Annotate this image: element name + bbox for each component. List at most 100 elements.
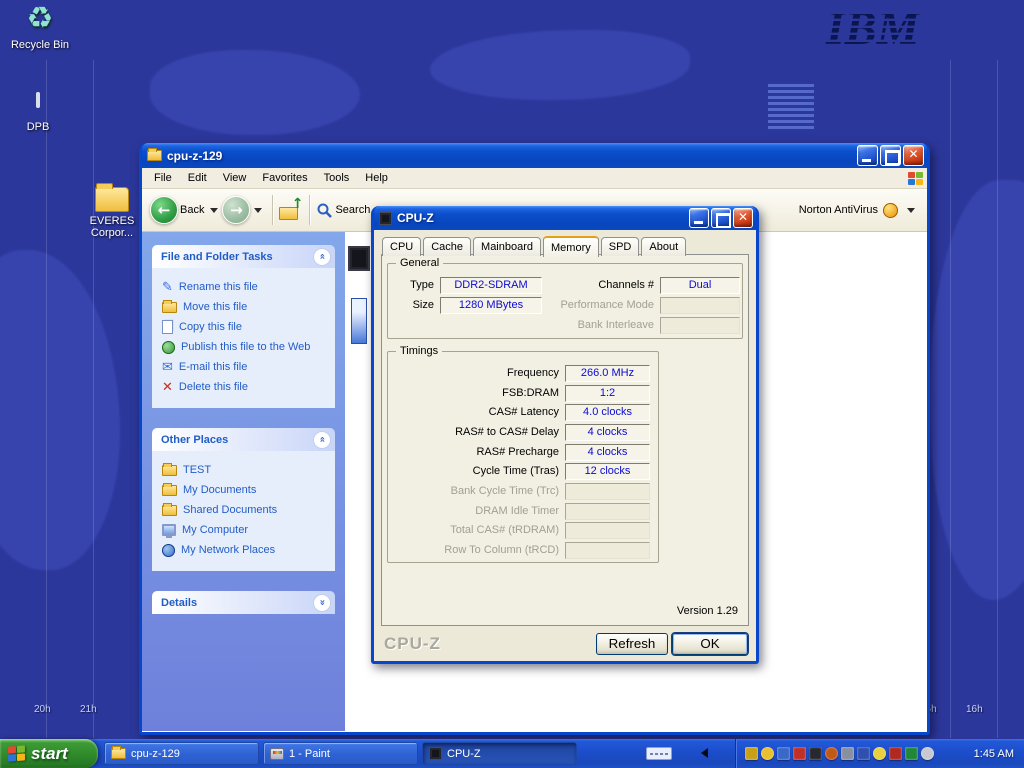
tray-icon[interactable] xyxy=(841,747,854,760)
norton-globe-icon xyxy=(883,203,898,218)
folder-icon xyxy=(162,485,177,496)
tray-icon[interactable] xyxy=(825,747,838,760)
wallpaper-meridian-line xyxy=(997,60,998,738)
groupbox-title: Timings xyxy=(396,345,442,357)
dram-idle-timer-value xyxy=(565,503,650,520)
search-icon[interactable] xyxy=(316,202,333,219)
details-panel: Details xyxy=(152,591,335,614)
place-test[interactable]: TEST xyxy=(162,462,331,478)
menu-favorites[interactable]: Favorites xyxy=(254,170,315,186)
wallpaper-meridian-line xyxy=(950,60,951,738)
desktop-icon-dpb[interactable]: DPB xyxy=(8,84,68,133)
back-button[interactable] xyxy=(150,196,178,224)
taskbar-item-paint[interactable]: 1 - Paint xyxy=(263,742,418,765)
task-copy-this-file[interactable]: Copy this file xyxy=(162,319,331,335)
place-my-network-places[interactable]: My Network Places xyxy=(162,542,331,558)
tab-spd[interactable]: SPD xyxy=(601,237,640,256)
explorer-titlebar[interactable]: cpu-z-129 xyxy=(142,143,927,168)
task-rename-this-file[interactable]: Rename this file xyxy=(162,279,331,295)
back-dropdown-arrow-icon[interactable] xyxy=(210,208,218,213)
file-tasks-panel-header[interactable]: File and Folder Tasks xyxy=(152,245,335,268)
tray-icon[interactable] xyxy=(793,747,806,760)
minimize-button[interactable] xyxy=(689,208,709,228)
forward-button[interactable] xyxy=(222,196,250,224)
taskbar-item-cpu-z-129[interactable]: cpu-z-129 xyxy=(104,742,259,765)
timings-groupbox: Timings Frequency 266.0 MHz FSB:DRAM 1:2… xyxy=(387,351,659,563)
move-folder-icon xyxy=(162,302,177,313)
place-my-computer[interactable]: My Computer xyxy=(162,522,331,538)
maximize-button[interactable] xyxy=(880,145,901,166)
norton-antivirus-button[interactable]: Norton AntiVirus xyxy=(799,189,919,231)
tray-icon[interactable] xyxy=(905,747,918,760)
taskbar-toolbar-grip[interactable] xyxy=(646,747,672,760)
email-icon xyxy=(162,360,173,375)
close-button[interactable] xyxy=(903,145,924,166)
details-panel-header[interactable]: Details xyxy=(152,591,335,614)
menu-help[interactable]: Help xyxy=(357,170,396,186)
tray-icon[interactable] xyxy=(777,747,790,760)
place-shared-documents[interactable]: Shared Documents xyxy=(162,502,331,518)
tab-cpu[interactable]: CPU xyxy=(382,237,421,256)
task-delete-this-file[interactable]: Delete this file xyxy=(162,379,331,395)
cpuz-titlebar[interactable]: CPU-Z xyxy=(374,206,756,230)
menu-edit[interactable]: Edit xyxy=(180,170,215,186)
task-email-this-file[interactable]: E-mail this file xyxy=(162,359,331,375)
tab-about[interactable]: About xyxy=(641,237,686,256)
search-button-label[interactable]: Search xyxy=(335,204,370,216)
desktop-icon-recycle-bin[interactable]: Recycle Bin xyxy=(8,2,72,51)
tray-icon[interactable] xyxy=(889,747,902,760)
norton-dropdown-arrow-icon[interactable] xyxy=(907,208,915,213)
tray-icon[interactable] xyxy=(809,747,822,760)
file-icon[interactable] xyxy=(351,298,367,344)
general-groupbox: General Type DDR2-SDRAM Size 1280 MBytes… xyxy=(387,263,743,339)
desktop-icon-label: EVERES Corpor... xyxy=(84,215,140,239)
up-button[interactable] xyxy=(279,200,303,220)
forward-dropdown-arrow-icon[interactable] xyxy=(254,208,262,213)
back-button-label[interactable]: Back xyxy=(180,204,204,216)
cpuz-file-icon[interactable] xyxy=(348,246,370,271)
folder-icon xyxy=(147,150,162,161)
hidden-icons-chevron-icon[interactable] xyxy=(701,748,708,758)
chevron-down-icon[interactable] xyxy=(314,595,330,611)
tab-memory[interactable]: Memory xyxy=(543,236,599,257)
task-publish-to-web[interactable]: Publish this file to the Web xyxy=(162,339,331,355)
menu-tools[interactable]: Tools xyxy=(316,170,358,186)
taskbar-item-cpuz[interactable]: CPU-Z xyxy=(422,742,577,765)
desktop-icon-everes[interactable]: EVERES Corpor... xyxy=(84,178,140,239)
cpu-chip-icon xyxy=(429,747,442,760)
minimize-button[interactable] xyxy=(857,145,878,166)
ok-button[interactable]: OK xyxy=(672,633,748,655)
timezone-label: 20h xyxy=(34,704,51,715)
tray-icon[interactable] xyxy=(921,747,934,760)
explorer-task-pane: File and Folder Tasks Rename this file M… xyxy=(142,232,345,731)
tab-mainboard[interactable]: Mainboard xyxy=(473,237,541,256)
panel-title: Other Places xyxy=(161,434,228,446)
task-move-this-file[interactable]: Move this file xyxy=(162,299,331,315)
performance-mode-label: Performance Mode xyxy=(550,297,654,314)
chevron-up-icon[interactable] xyxy=(314,432,330,448)
ras-to-cas-value: 4 clocks xyxy=(565,424,650,441)
chevron-up-icon[interactable] xyxy=(314,249,330,265)
menu-view[interactable]: View xyxy=(215,170,255,186)
tray-icon[interactable] xyxy=(857,747,870,760)
start-button-label: start xyxy=(31,744,68,764)
tray-icon[interactable] xyxy=(873,747,886,760)
tab-cache[interactable]: Cache xyxy=(423,237,471,256)
ras-to-cas-label: RAS# to CAS# Delay xyxy=(392,426,565,438)
start-button[interactable]: start xyxy=(0,739,98,768)
laptop-icon xyxy=(23,94,53,118)
wallpaper-map-shape xyxy=(430,30,690,100)
close-button[interactable] xyxy=(733,208,753,228)
tray-icon[interactable] xyxy=(761,747,774,760)
toolbar-separator xyxy=(309,195,310,225)
maximize-button[interactable] xyxy=(711,208,731,228)
other-places-panel-header[interactable]: Other Places xyxy=(152,428,335,451)
ras-precharge-value: 4 clocks xyxy=(565,444,650,461)
tray-icon[interactable] xyxy=(745,747,758,760)
place-my-documents[interactable]: My Documents xyxy=(162,482,331,498)
ibm-logo-text: IBM xyxy=(825,2,922,55)
wallpaper-stripes-decoration xyxy=(768,84,814,130)
menu-file[interactable]: File xyxy=(146,170,180,186)
bank-cycle-time-label: Bank Cycle Time (Trc) xyxy=(392,485,565,497)
refresh-button[interactable]: Refresh xyxy=(596,633,668,655)
